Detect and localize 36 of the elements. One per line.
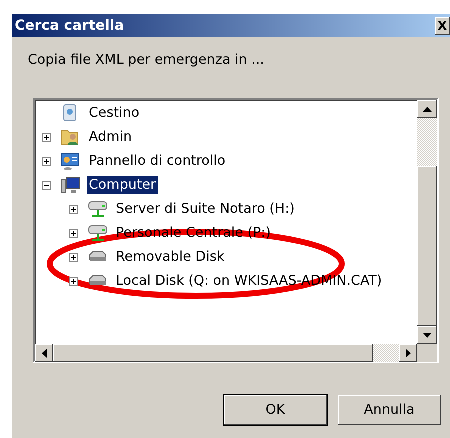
expand-icon[interactable] <box>69 252 78 262</box>
scroll-thumb[interactable] <box>417 166 437 326</box>
computer-icon <box>61 176 81 194</box>
tree-item[interactable]: Server di Suite Notaro (H:) <box>114 200 297 218</box>
expand-icon[interactable] <box>69 276 78 286</box>
collapse-icon[interactable] <box>42 180 51 190</box>
tree-item[interactable]: Cestino <box>87 104 142 122</box>
network-drive-icon <box>88 224 108 242</box>
scroll-up-button[interactable] <box>417 100 437 118</box>
right-arrow-icon <box>406 348 410 358</box>
user-folder-icon <box>61 128 81 146</box>
network-drive-icon <box>88 200 108 218</box>
up-arrow-icon <box>422 106 432 112</box>
scroll-left-button[interactable] <box>35 344 53 362</box>
control-panel-icon <box>61 152 81 170</box>
window-title: Cerca cartella <box>15 18 124 34</box>
horizontal-scrollbar[interactable] <box>35 344 417 362</box>
expand-icon[interactable] <box>42 132 51 142</box>
scroll-right-button[interactable] <box>399 344 417 362</box>
vertical-scrollbar[interactable] <box>417 100 437 344</box>
scroll-thumb[interactable] <box>53 344 373 362</box>
prompt-text: Copia file XML per emergenza in ... <box>28 52 266 70</box>
expand-icon[interactable] <box>69 228 78 238</box>
tree-item[interactable]: Pannello di controllo <box>87 152 228 170</box>
tree-item[interactable]: Admin <box>87 128 134 146</box>
tree-item[interactable]: Removable Disk <box>114 248 227 266</box>
tree-item[interactable]: Computer <box>87 176 158 194</box>
scrollbar-corner <box>417 344 437 362</box>
scroll-down-button[interactable] <box>417 326 437 344</box>
cancel-button[interactable]: Annulla <box>338 395 441 425</box>
ok-button[interactable]: OK <box>224 395 327 425</box>
left-arrow-icon <box>42 348 46 358</box>
expand-icon[interactable] <box>42 156 51 166</box>
close-button[interactable]: X <box>435 16 450 34</box>
expand-icon[interactable] <box>69 204 78 214</box>
down-arrow-icon <box>422 332 432 338</box>
